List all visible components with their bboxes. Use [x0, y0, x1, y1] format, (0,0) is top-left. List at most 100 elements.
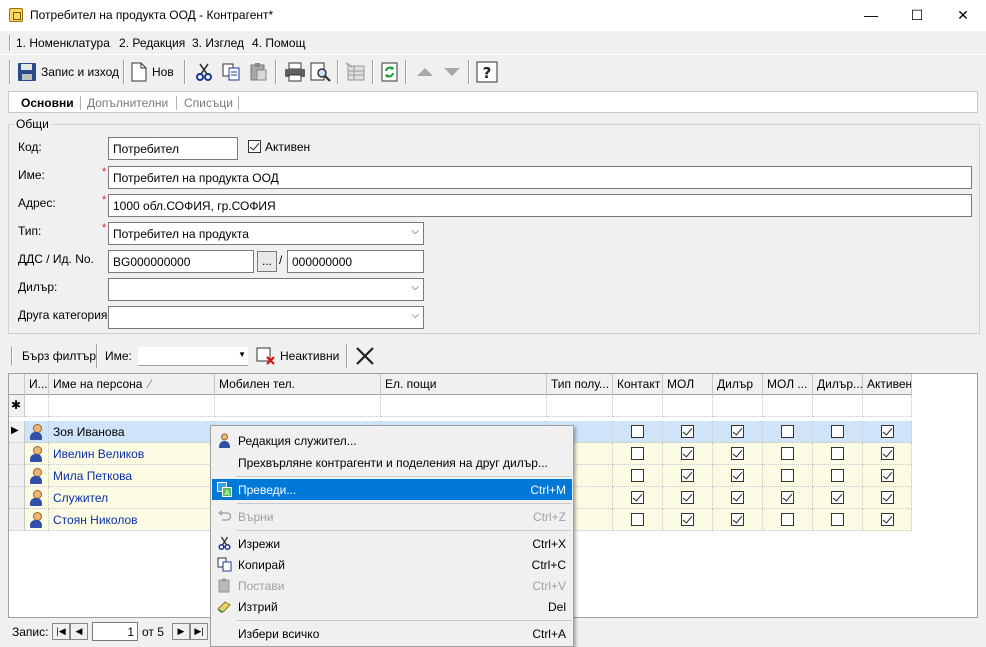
grid-cell[interactable] — [613, 395, 663, 417]
grid-cell[interactable] — [863, 487, 912, 509]
grid-cell[interactable] — [763, 465, 813, 487]
grid-cell[interactable] — [713, 509, 763, 531]
column-header-dealer-2[interactable]: Дилър... — [813, 374, 863, 395]
grid-cell[interactable] — [713, 395, 763, 417]
grid-cell[interactable]: Ивелин Великов — [49, 443, 215, 465]
mol-checkbox[interactable] — [681, 447, 694, 460]
menu-edit[interactable]: 2. Редакция — [119, 36, 185, 50]
vat-input[interactable]: BG000000000 — [108, 250, 254, 273]
grid-cell[interactable] — [613, 509, 663, 531]
dealer-checkbox[interactable] — [731, 447, 744, 460]
grid-cell[interactable] — [813, 421, 863, 443]
contact-checkbox[interactable] — [631, 513, 644, 526]
grid-cell[interactable] — [763, 509, 813, 531]
mol-checkbox[interactable] — [681, 425, 694, 438]
move-down-button[interactable] — [438, 59, 466, 85]
active-checkbox[interactable] — [881, 513, 894, 526]
contact-checkbox[interactable] — [631, 491, 644, 504]
grid-cell[interactable] — [813, 395, 863, 417]
dealer2-checkbox[interactable] — [831, 513, 844, 526]
contact-checkbox[interactable] — [631, 469, 644, 482]
clear-filter-button[interactable] — [354, 345, 376, 367]
person-name[interactable]: Ивелин Великов — [53, 447, 144, 461]
grid-cell[interactable] — [49, 395, 215, 417]
dealer2-checkbox[interactable] — [831, 425, 844, 438]
column-header-contact[interactable]: Контакт — [613, 374, 663, 395]
person-name[interactable]: Зоя Иванова — [53, 425, 125, 439]
grid-cell[interactable] — [813, 487, 863, 509]
column-header-recipient-type[interactable]: Тип полу... — [547, 374, 613, 395]
tab-lists[interactable]: Списъци — [184, 96, 233, 110]
dealer2-checkbox[interactable] — [831, 469, 844, 482]
column-header-mol[interactable]: МОЛ — [663, 374, 713, 395]
id-number-input[interactable]: 000000000 — [287, 250, 424, 273]
grid-cell[interactable] — [763, 395, 813, 417]
grid-cell[interactable] — [613, 443, 663, 465]
name-input[interactable]: Потребител на продукта ООД — [108, 166, 972, 189]
help-button[interactable]: ? — [473, 59, 501, 85]
grid-cell[interactable] — [381, 395, 547, 417]
menu-item-select-all[interactable]: Избери всичко Ctrl+A — [212, 623, 572, 644]
export-button[interactable] — [342, 59, 370, 85]
dealer-select[interactable]: ⌵ — [108, 278, 424, 301]
grid-new-row[interactable]: ✱ — [9, 395, 912, 417]
contact-checkbox[interactable] — [631, 447, 644, 460]
grid-cell[interactable] — [663, 395, 713, 417]
grid-cell[interactable] — [713, 487, 763, 509]
grid-cell[interactable] — [763, 487, 813, 509]
grid-cell[interactable] — [763, 421, 813, 443]
menu-item-undo[interactable]: Върни Ctrl+Z — [212, 506, 572, 527]
grid-cell[interactable]: Мила Петкова — [49, 465, 215, 487]
print-button[interactable] — [281, 59, 309, 85]
column-header-person-name[interactable]: Име на персона ⁄ — [49, 374, 215, 395]
mol-checkbox[interactable] — [681, 469, 694, 482]
active-checkbox[interactable] — [881, 447, 894, 460]
menu-help[interactable]: 4. Помощ — [252, 36, 305, 50]
type-select[interactable]: Потребител на продукта ⌵ — [108, 222, 424, 245]
next-record-button[interactable]: ▶ — [172, 623, 190, 640]
copy-button[interactable] — [218, 59, 244, 85]
inactive-filter-label[interactable]: Неактивни — [280, 349, 339, 363]
tab-additional[interactable]: Допълнителни — [87, 96, 168, 110]
active-checkbox[interactable] — [881, 425, 894, 438]
grid-cell[interactable] — [863, 421, 912, 443]
active-checkbox[interactable] — [881, 469, 894, 482]
grid-cell[interactable] — [613, 421, 663, 443]
grid-cell[interactable] — [613, 487, 663, 509]
column-header-mol-2[interactable]: МОЛ ... — [763, 374, 813, 395]
grid-cell[interactable] — [215, 395, 381, 417]
column-header-icon[interactable]: И... — [25, 374, 49, 395]
grid-cell[interactable] — [547, 395, 613, 417]
grid-cell[interactable] — [663, 443, 713, 465]
mol2-checkbox[interactable] — [781, 425, 794, 438]
first-record-button[interactable]: |◀ — [52, 623, 70, 640]
save-exit-button[interactable]: Запис и изход — [14, 59, 122, 85]
grid-cell[interactable] — [863, 509, 912, 531]
grid-cell[interactable]: Служител — [49, 487, 215, 509]
column-header-active[interactable]: Активен — [863, 374, 912, 395]
grid-cell[interactable] — [663, 487, 713, 509]
move-up-button[interactable] — [411, 59, 439, 85]
menu-item-translate[interactable]: A Преведи... Ctrl+M — [212, 479, 572, 500]
column-header-dealer[interactable]: Дилър — [713, 374, 763, 395]
grid-cell[interactable] — [813, 509, 863, 531]
minimize-button[interactable]: — — [848, 0, 894, 31]
grid-cell[interactable]: Зоя Иванова — [49, 421, 215, 443]
menu-item-copy[interactable]: Копирай Ctrl+C — [212, 554, 572, 575]
grid-cell[interactable] — [663, 509, 713, 531]
grid-cell[interactable] — [813, 465, 863, 487]
address-input[interactable]: 1000 обл.СОФИЯ, гр.СОФИЯ — [108, 194, 972, 217]
active-checkbox[interactable] — [881, 491, 894, 504]
mol-checkbox[interactable] — [681, 491, 694, 504]
contact-checkbox[interactable] — [631, 425, 644, 438]
filter-name-input[interactable]: ▼ — [138, 347, 248, 366]
vat-lookup-button[interactable]: ... — [257, 251, 277, 272]
column-header-emails[interactable]: Ел. пощи — [381, 374, 547, 395]
print-preview-button[interactable] — [307, 59, 335, 85]
current-record-input[interactable]: 1 — [92, 622, 138, 641]
person-name[interactable]: Стоян Николов — [53, 513, 138, 527]
menu-item-paste[interactable]: Постави Ctrl+V — [212, 575, 572, 596]
tab-basic[interactable]: Основни — [21, 96, 74, 110]
cut-button[interactable] — [191, 59, 217, 85]
mol-checkbox[interactable] — [681, 513, 694, 526]
